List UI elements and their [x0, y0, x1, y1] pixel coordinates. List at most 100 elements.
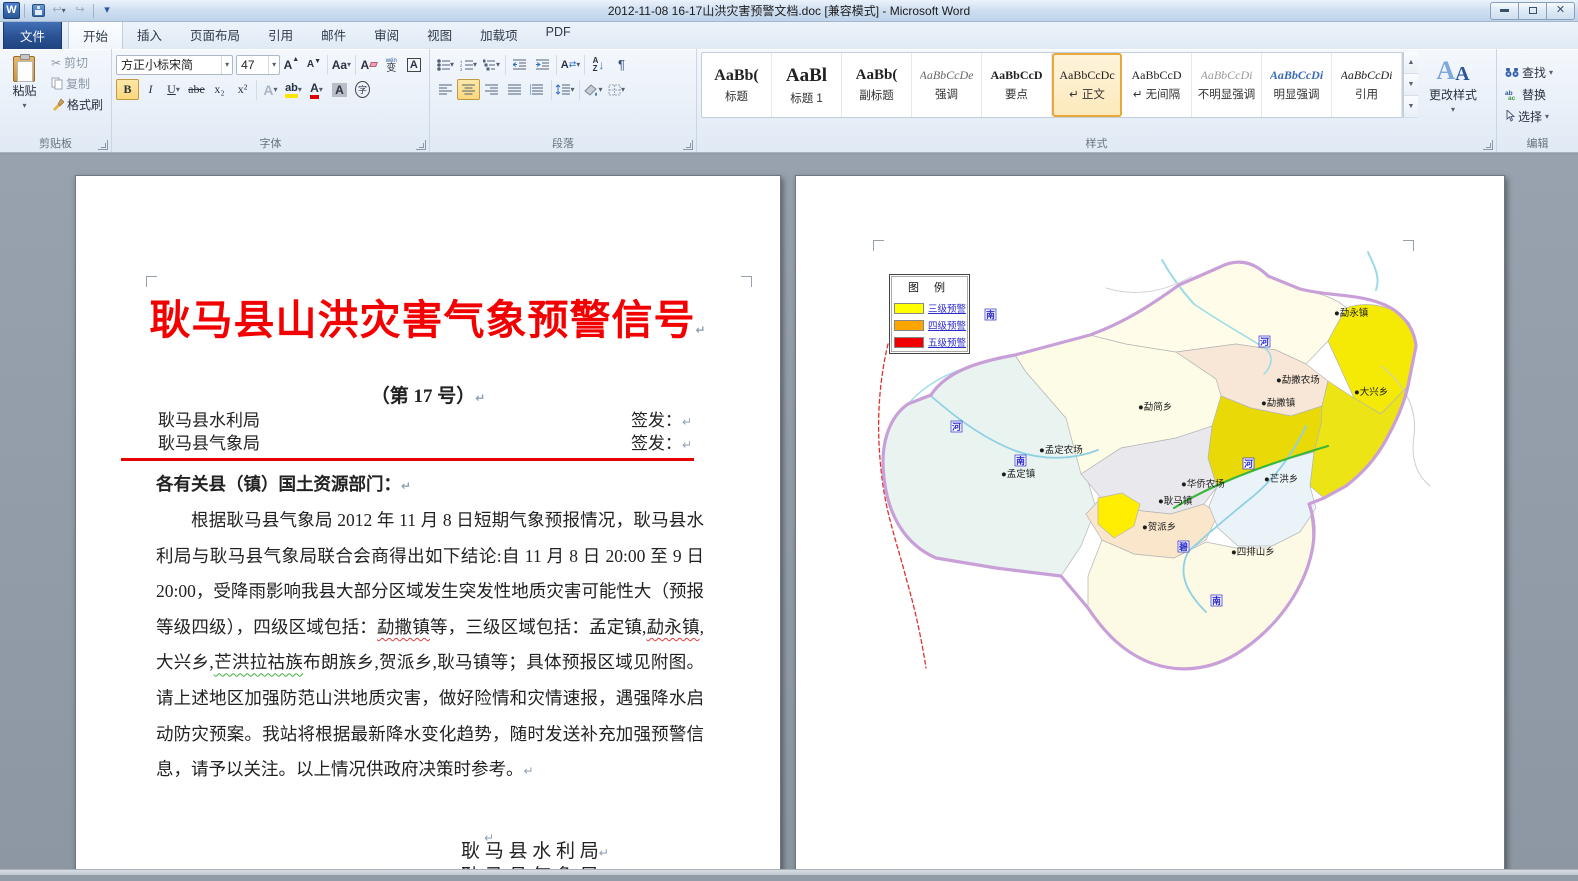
- tab-PDF[interactable]: PDF: [532, 20, 585, 49]
- sort-button[interactable]: AZ↓: [587, 54, 610, 75]
- gallery-scroll-up[interactable]: ▲: [1404, 52, 1418, 74]
- paragraph-dialog-launcher[interactable]: [683, 140, 693, 150]
- font-name-combo[interactable]: 方正小标宋简▾: [116, 55, 233, 75]
- tab-页面布局[interactable]: 页面布局: [176, 20, 254, 49]
- undo-button[interactable]: ↩▾: [50, 2, 68, 19]
- river-label-河: 河: [951, 421, 962, 432]
- tab-视图[interactable]: 视图: [413, 20, 466, 49]
- map-label-耿马镇: ●耿马镇: [1158, 495, 1193, 507]
- font-size-combo[interactable]: 47▾: [236, 55, 280, 75]
- style-引用[interactable]: AaBbCcDi引用: [1332, 53, 1402, 117]
- highlight-color-button[interactable]: ab▾: [282, 79, 305, 100]
- style-强调[interactable]: AaBbCcDe强调: [912, 53, 982, 117]
- decrease-indent-button[interactable]: [508, 54, 531, 75]
- paste-button[interactable]: 粘贴▾: [4, 52, 45, 115]
- align-right-button[interactable]: [480, 79, 503, 100]
- quick-access-toolbar: W ↩▾ ↪ ▾: [0, 2, 116, 19]
- font-dialog-launcher[interactable]: [416, 140, 426, 150]
- divider: [24, 4, 25, 18]
- subscript-button[interactable]: x₂: [208, 79, 231, 100]
- body-paragraph[interactable]: 根据耿马县气象局 2012 年 11 月 8 日短期气象预报情况，耿马县水利局与…: [156, 503, 704, 790]
- find-button[interactable]: 查找▾: [1501, 62, 1574, 83]
- window-controls: ✕: [1491, 2, 1578, 20]
- change-case-button[interactable]: Aa▾: [330, 54, 352, 75]
- distribute-button[interactable]: [526, 79, 549, 100]
- tab-审阅[interactable]: 审阅: [360, 20, 413, 49]
- group-styles: AaBb(标题AaBl标题 1AaBb(副标题AaBbCcDe强调AaBbCcD…: [697, 49, 1497, 152]
- clipboard-dialog-launcher[interactable]: [98, 140, 108, 150]
- tab-开始[interactable]: 开始: [68, 20, 123, 49]
- status-bar-edge: [0, 869, 1578, 875]
- bold-button[interactable]: B: [116, 79, 139, 100]
- format-painter-icon: [51, 98, 64, 111]
- tab-加载项[interactable]: 加载项: [466, 20, 532, 49]
- river-label-河: 河: [1259, 336, 1270, 347]
- tab-插入[interactable]: 插入: [123, 20, 176, 49]
- red-divider-rule: [121, 458, 694, 461]
- styles-dialog-launcher[interactable]: [1483, 140, 1493, 150]
- svg-text:3: 3: [460, 67, 463, 71]
- strikethrough-button[interactable]: abe: [185, 79, 208, 100]
- change-styles-icon: A A: [1436, 56, 1469, 86]
- style-不明显强调[interactable]: AaBbCcDi不明显强调: [1192, 53, 1262, 117]
- style-标题1[interactable]: AaBl标题 1: [772, 53, 842, 117]
- text-effects-button[interactable]: A▾: [259, 79, 282, 100]
- align-center-button[interactable]: [457, 79, 480, 100]
- shading-button[interactable]: ▾: [582, 79, 605, 100]
- tab-邮件[interactable]: 邮件: [307, 20, 360, 49]
- shrink-font-button[interactable]: A▼: [303, 54, 325, 75]
- font-color-button[interactable]: A▾: [305, 79, 328, 100]
- align-left-button[interactable]: [434, 79, 457, 100]
- style-要点[interactable]: AaBbCcD要点: [982, 53, 1052, 117]
- group-editing: 查找▾ abac 替换 选择▾ 编辑: [1497, 49, 1578, 152]
- asian-layout-button[interactable]: A⇄▾: [559, 54, 582, 75]
- minimize-button[interactable]: [1490, 2, 1519, 20]
- line-spacing-button[interactable]: ▾: [554, 79, 577, 100]
- clear-formatting-button[interactable]: A: [358, 54, 380, 75]
- grow-font-button[interactable]: A▲: [280, 54, 302, 75]
- customize-qat-button[interactable]: ▾: [98, 2, 116, 19]
- style-标题[interactable]: AaBb(标题: [702, 53, 772, 117]
- document-page-2[interactable]: 图 例 三级预警四级预警五级预警 ●勐永镇●勐撒农场●勐撒镇●大兴乡●勐简乡●孟…: [795, 175, 1505, 875]
- borders-button[interactable]: ▾: [605, 79, 628, 100]
- select-button[interactable]: 选择▾: [1501, 106, 1574, 127]
- change-styles-button[interactable]: A A 更改样式▾: [1422, 52, 1484, 118]
- style-明显强调[interactable]: AaBbCcDi明显强调: [1262, 53, 1332, 117]
- word-application-icon[interactable]: W: [3, 2, 20, 19]
- gallery-scroll-down[interactable]: ▼: [1404, 74, 1418, 96]
- increase-indent-button[interactable]: [531, 54, 554, 75]
- multilevel-list-button[interactable]: ▾: [480, 54, 503, 75]
- close-button[interactable]: ✕: [1546, 2, 1575, 20]
- character-border-button[interactable]: A: [403, 54, 425, 75]
- format-painter-button[interactable]: 格式刷: [47, 94, 107, 115]
- character-shading-button[interactable]: A: [328, 79, 351, 100]
- tab-引用[interactable]: 引用: [254, 20, 307, 49]
- enclose-characters-button[interactable]: 字: [351, 79, 374, 100]
- map-label-勐永镇: ●勐永镇: [1334, 307, 1369, 319]
- underline-button[interactable]: U▾: [162, 79, 185, 100]
- justify-button[interactable]: [503, 79, 526, 100]
- map-label-大兴乡: ●大兴乡: [1354, 386, 1388, 398]
- style-无间隔[interactable]: AaBbCcD↵ 无间隔: [1122, 53, 1192, 117]
- numbering-button[interactable]: 123▾: [457, 54, 480, 75]
- redo-button[interactable]: ↪: [71, 2, 89, 19]
- gallery-more[interactable]: ▼: [1404, 96, 1418, 118]
- copy-button[interactable]: 复制: [47, 73, 107, 94]
- document-page-1[interactable]: 耿马县山洪灾害气象预警信号↵ （第 17 号）↵ 耿马县水利局签发：↵耿马县气象…: [75, 175, 781, 875]
- replace-button[interactable]: abac 替换: [1501, 84, 1574, 105]
- italic-button[interactable]: I: [139, 79, 162, 100]
- phonetic-guide-button[interactable]: wén变: [380, 54, 402, 75]
- style-副标题[interactable]: AaBb(副标题: [842, 53, 912, 117]
- superscript-button[interactable]: x²: [231, 79, 254, 100]
- svg-text:南: 南: [1212, 595, 1221, 606]
- style-正文[interactable]: AaBbCcDc↵ 正文: [1052, 53, 1122, 117]
- restore-button[interactable]: [1518, 2, 1547, 20]
- save-button[interactable]: [29, 2, 47, 19]
- paste-icon: [13, 56, 35, 82]
- bullets-button[interactable]: ▾: [434, 54, 457, 75]
- tab-file[interactable]: 文件: [3, 20, 62, 49]
- title-bar: W ↩▾ ↪ ▾ 2012-11-08 16-17山洪灾害预警文档.doc [兼…: [0, 0, 1578, 22]
- cut-button[interactable]: ✂剪切: [47, 52, 107, 73]
- show-hide-marks-button[interactable]: ¶: [610, 54, 633, 75]
- map-line-river: [1368, 252, 1378, 290]
